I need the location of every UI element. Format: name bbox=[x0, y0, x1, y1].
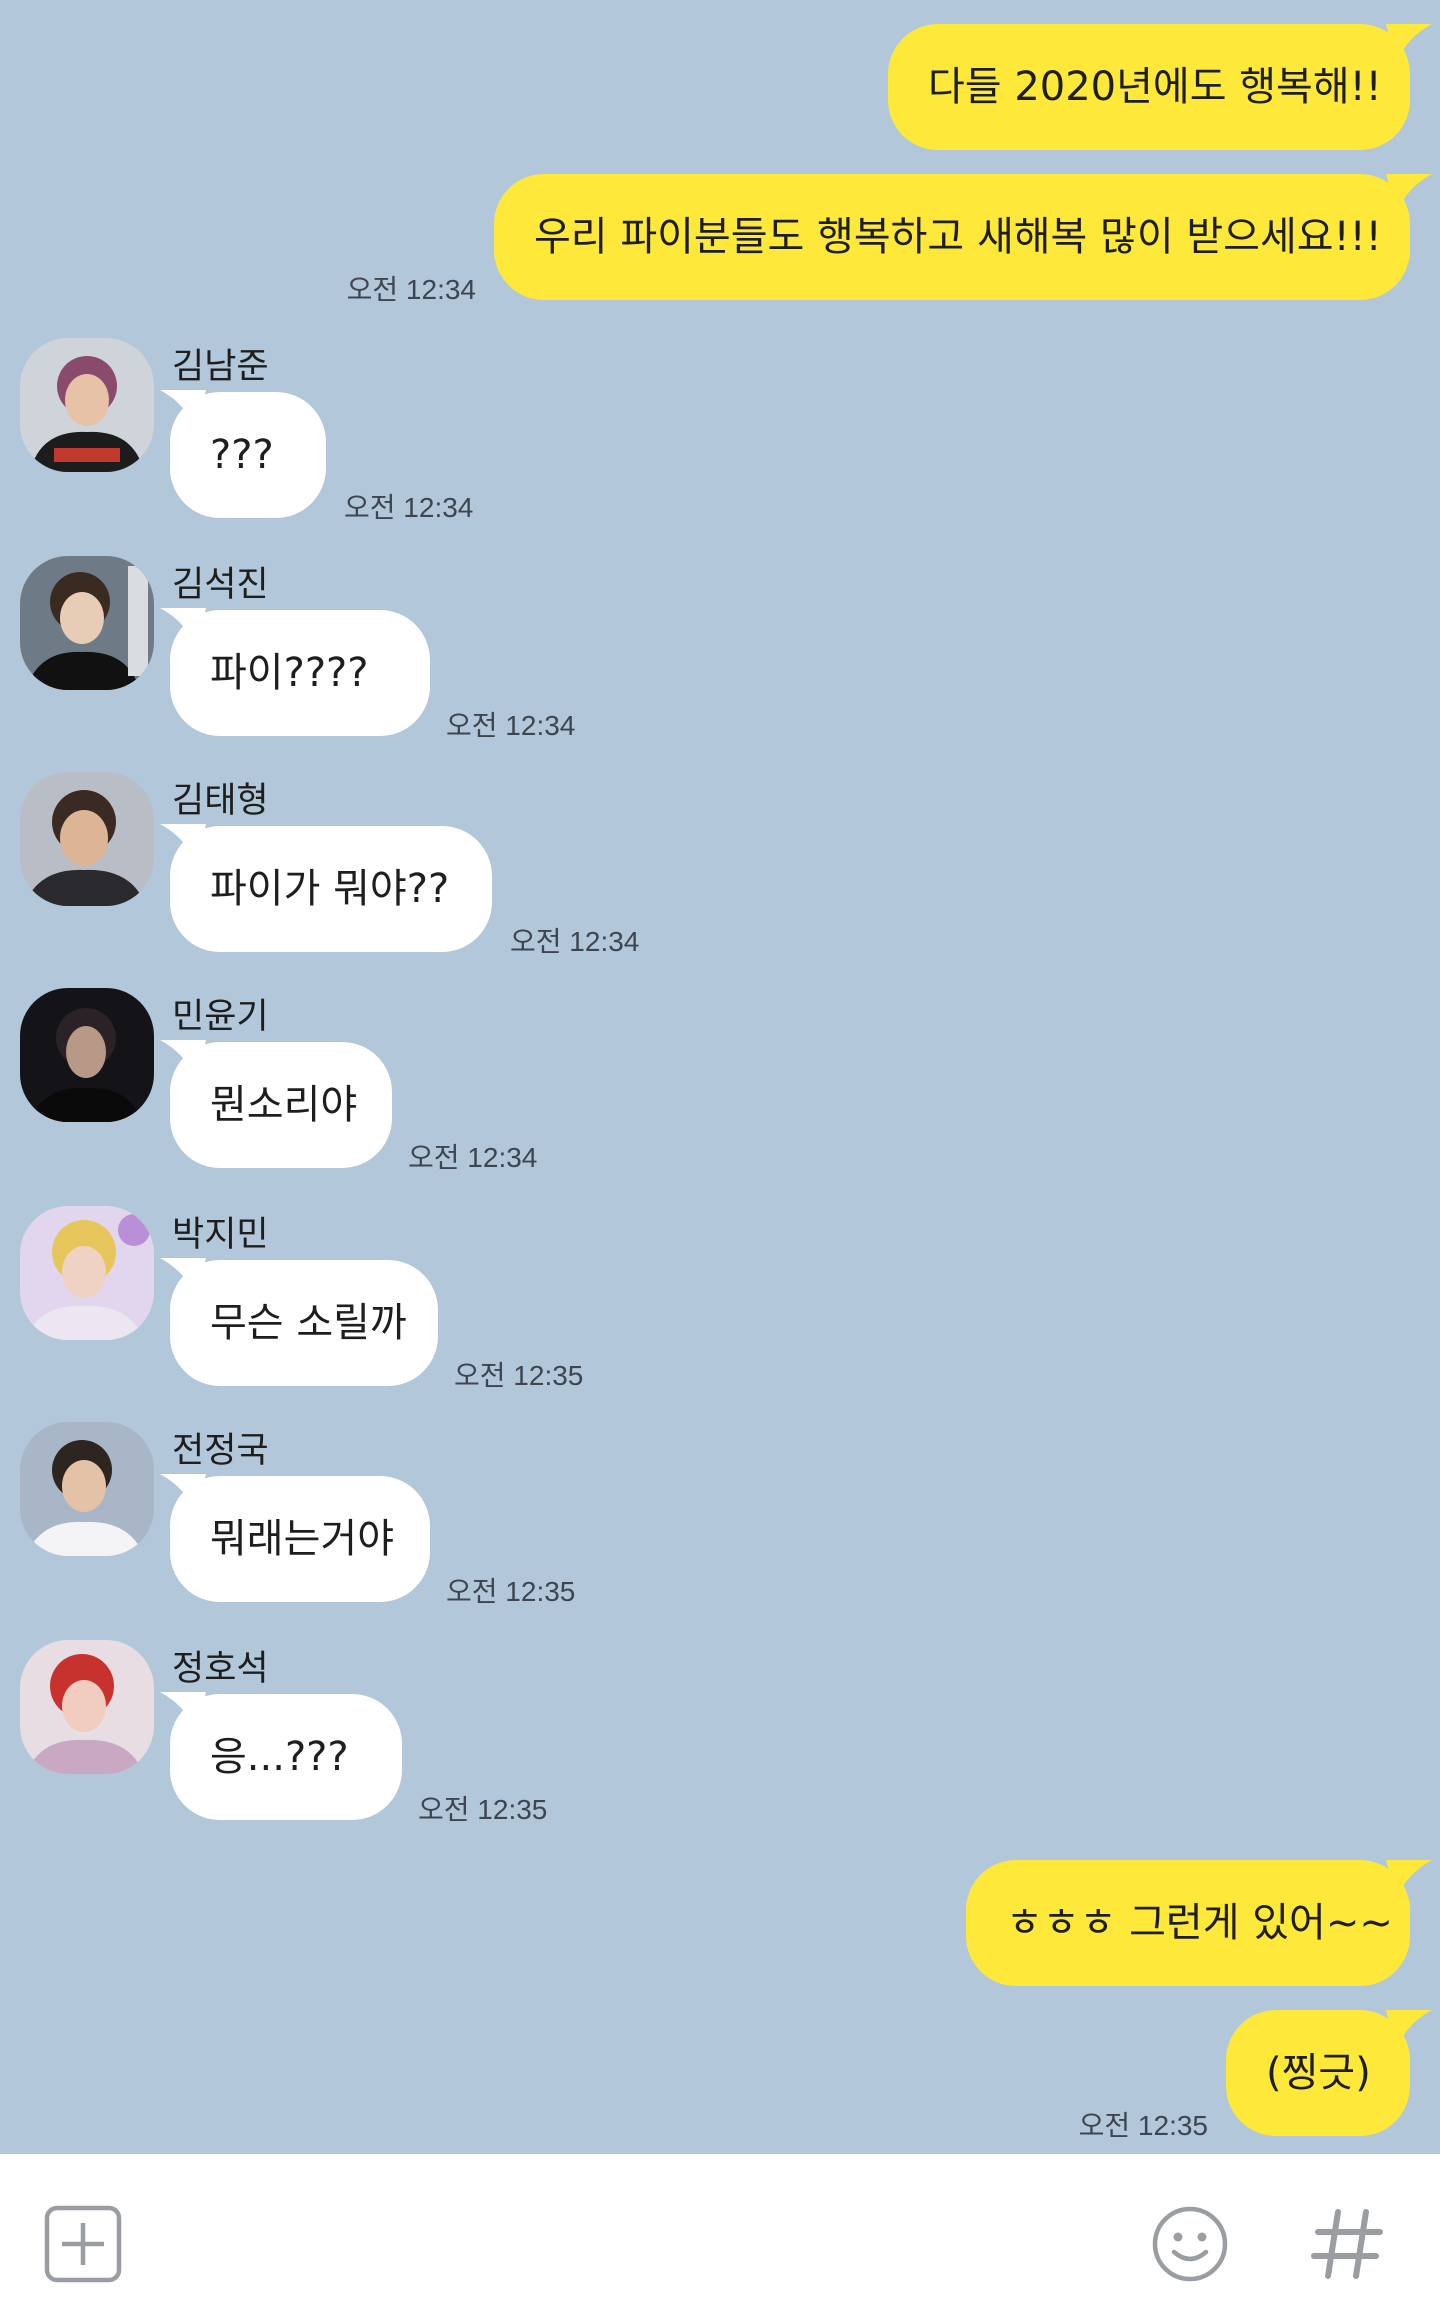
sender-name: 김석진 bbox=[172, 565, 269, 605]
message-timestamp: 오전 12:34 bbox=[510, 926, 640, 957]
message-timestamp: 오전 12:35 bbox=[1078, 2110, 1208, 2141]
avatar-seokjin[interactable] bbox=[20, 556, 154, 690]
bubble-tail bbox=[1386, 2010, 1432, 2050]
sender-name: 민윤기 bbox=[172, 997, 269, 1037]
sender-name: 정호석 bbox=[172, 1649, 269, 1689]
avatar-jimin[interactable] bbox=[20, 1206, 154, 1340]
bubble-tail bbox=[1386, 1860, 1432, 1900]
profile-photo bbox=[20, 1206, 154, 1340]
message-timestamp: 오전 12:35 bbox=[454, 1360, 584, 1391]
message-timestamp: 오전 12:34 bbox=[408, 1142, 538, 1173]
message-timestamp: 오전 12:35 bbox=[418, 1794, 548, 1825]
sender-name: 김남준 bbox=[172, 347, 269, 387]
message-bubble-sent[interactable]: 다들 2020년에도 행복해!! bbox=[888, 24, 1410, 150]
message-bubble-received[interactable]: 뭔소리야 bbox=[170, 1042, 392, 1168]
message-bubble-sent[interactable]: ㅎㅎㅎ 그런게 있어~~ bbox=[966, 1860, 1410, 1986]
message-timestamp: 오전 12:34 bbox=[346, 274, 476, 305]
avatar-yoongi[interactable] bbox=[20, 988, 154, 1122]
message-timestamp: 오전 12:34 bbox=[446, 710, 576, 741]
profile-photo bbox=[20, 1640, 154, 1774]
profile-photo bbox=[20, 772, 154, 906]
avatar-taehyung[interactable] bbox=[20, 772, 154, 906]
message-bubble-received[interactable]: 뭐래는거야 bbox=[170, 1476, 430, 1602]
message-timestamp: 오전 12:35 bbox=[446, 1576, 576, 1607]
hashtag-icon[interactable] bbox=[1310, 2206, 1386, 2282]
sender-name: 전정국 bbox=[172, 1431, 269, 1471]
bubble-tail bbox=[1386, 174, 1432, 214]
avatar-hoseok[interactable] bbox=[20, 1640, 154, 1774]
input-bar bbox=[0, 2154, 1440, 2324]
message-timestamp: 오전 12:34 bbox=[344, 492, 474, 523]
plus-square-icon[interactable] bbox=[44, 2205, 122, 2283]
profile-photo bbox=[20, 1422, 154, 1556]
message-bubble-sent[interactable]: (찡긋) bbox=[1226, 2010, 1410, 2136]
profile-photo bbox=[20, 988, 154, 1122]
avatar-jungkook[interactable] bbox=[20, 1422, 154, 1556]
emoji-icon[interactable] bbox=[1150, 2204, 1230, 2284]
sender-name: 박지민 bbox=[172, 1215, 269, 1255]
profile-photo bbox=[20, 556, 154, 690]
message-bubble-received[interactable]: 무슨 소릴까 bbox=[170, 1260, 438, 1386]
avatar-namjoon[interactable] bbox=[20, 338, 154, 472]
message-bubble-received[interactable]: 응...??? bbox=[170, 1694, 402, 1820]
profile-photo bbox=[20, 338, 154, 472]
chat-area[interactable]: 다들 2020년에도 행복해!! 우리 파이분들도 행복하고 새해복 많이 받으… bbox=[0, 0, 1440, 2154]
message-bubble-received[interactable]: 파이???? bbox=[170, 610, 430, 736]
sender-name: 김태형 bbox=[172, 781, 269, 821]
bubble-tail bbox=[1386, 24, 1432, 64]
message-bubble-received[interactable]: 파이가 뭐야?? bbox=[170, 826, 492, 952]
message-bubble-received[interactable]: ??? bbox=[170, 392, 326, 518]
message-bubble-sent[interactable]: 우리 파이분들도 행복하고 새해복 많이 받으세요!!! bbox=[494, 174, 1410, 300]
